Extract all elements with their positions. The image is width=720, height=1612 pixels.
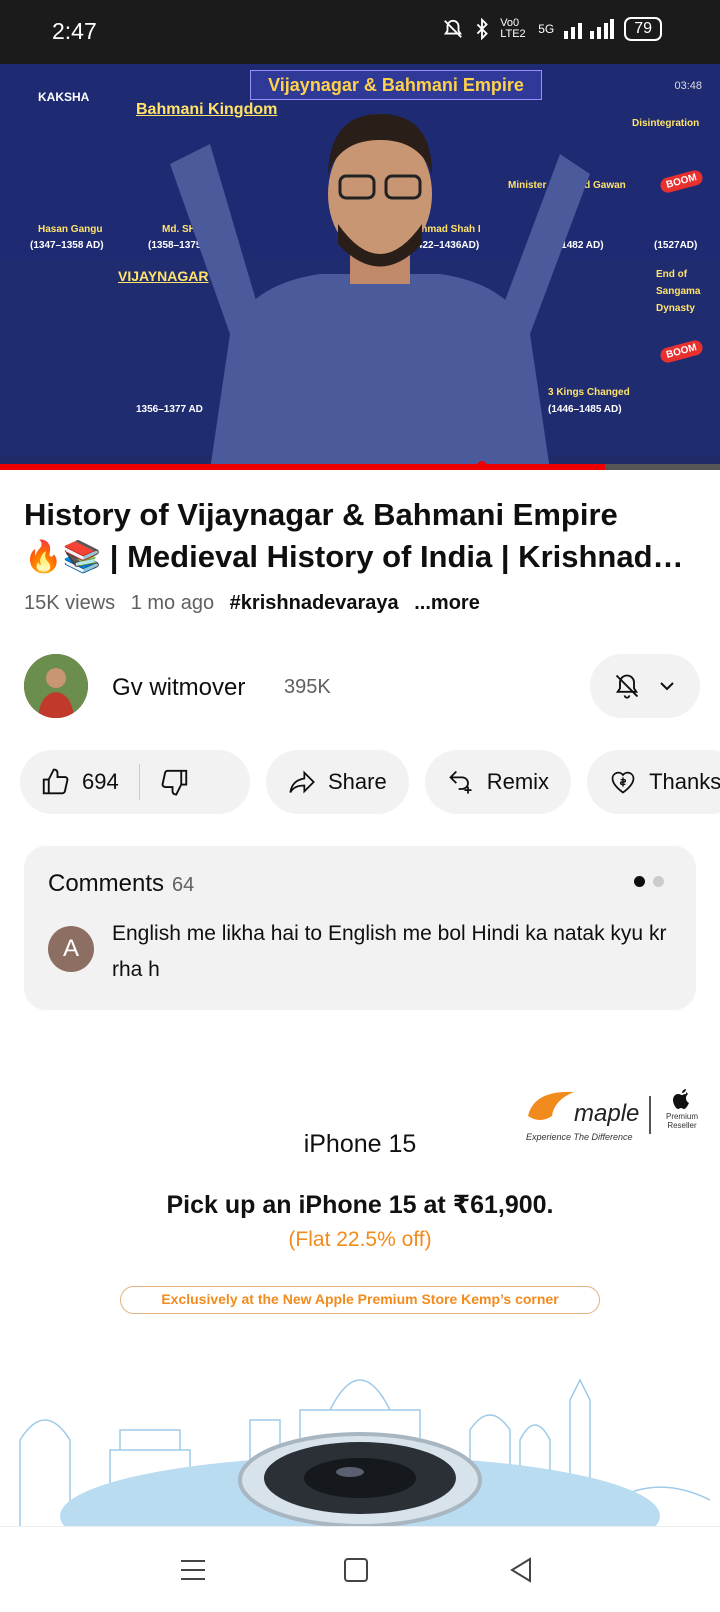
status-icons: Vo0 LTE2 5G 79	[442, 17, 662, 41]
heart-dollar-icon	[611, 771, 635, 794]
channel-name[interactable]: Gv witmover	[112, 674, 245, 702]
progress-scrubber[interactable]	[477, 461, 488, 470]
slide-label-hasan: Hasan Gangu	[38, 224, 103, 235]
like-dislike-group: 694	[20, 750, 250, 814]
like-count[interactable]: 694	[82, 769, 119, 795]
clock: 2:47	[52, 18, 97, 44]
slide-label-hasan-years: (1347–1358 AD)	[30, 240, 104, 251]
home-icon[interactable]	[341, 1555, 371, 1585]
top-comment-text: English me likha hai to English me bol H…	[112, 922, 667, 981]
video-progress-bar[interactable]	[0, 461, 720, 470]
view-count: 15K views	[24, 592, 116, 614]
slide-label-end: End of Sangama Dynasty	[656, 269, 701, 314]
maple-wordmark: maple	[574, 1100, 640, 1127]
signal-5g-label: 5G	[538, 22, 555, 36]
ad-banner[interactable]: maple Experience The Difference Premium …	[0, 1060, 720, 1526]
bluetooth-icon	[476, 18, 489, 40]
ad-headline: Pick up an iPhone 15 at ₹61,900.	[166, 1191, 554, 1219]
slide-label-disintegration: Disintegration	[632, 118, 700, 129]
upload-age: 1 mo ago	[130, 592, 215, 614]
recent-apps-icon[interactable]	[178, 1555, 208, 1585]
comments-header: Comments 64	[48, 870, 194, 898]
thumbs-down-icon[interactable]	[160, 767, 190, 797]
video-title-line-1: History of Vijaynagar & Bahmani Empire	[24, 497, 618, 532]
share-button[interactable]: Share	[266, 750, 409, 814]
battery-indicator: 79	[624, 17, 662, 41]
ad-product-name: iPhone 15	[303, 1130, 417, 1158]
video-title-line-2: 🔥📚 | Medieval History of India | Krishna…	[24, 539, 700, 574]
slide-timestamp: 03:48	[674, 80, 702, 92]
ad-skyline-image	[19, 1378, 711, 1526]
thanks-label: Thanks	[649, 769, 720, 794]
bell-off-icon	[615, 674, 639, 699]
back-icon[interactable]	[506, 1555, 536, 1585]
channel-avatar[interactable]	[24, 654, 88, 718]
remix-label: Remix	[486, 769, 550, 794]
divider	[649, 1096, 651, 1134]
apple-logo-icon	[673, 1089, 689, 1109]
remix-icon	[448, 770, 472, 794]
comments-count: 64	[172, 874, 195, 896]
divider	[138, 764, 140, 800]
share-label: Share	[328, 769, 387, 794]
thumbs-up-icon[interactable]	[40, 767, 70, 797]
thanks-button[interactable]: Thanks	[587, 750, 720, 814]
chevron-down-icon	[660, 682, 674, 691]
carousel-dots	[634, 876, 664, 887]
presenter-figure	[170, 114, 590, 470]
action-bar: 694 Share Remix Thanks	[20, 750, 720, 814]
video-meta[interactable]: 15K views 1 mo ago #krishnadevaraya ...m…	[24, 592, 490, 615]
slide-logo: KAKSHA	[38, 90, 90, 104]
ad-store-line: Exclusively at the New Apple Premium Sto…	[120, 1286, 600, 1314]
status-bar: 2:47 Vo0 LTE2 5G 79	[0, 0, 720, 64]
video-title[interactable]: History of Vijaynagar & Bahmani Empire 🔥…	[24, 494, 700, 578]
slide-label-disintegration-year: (1527AD)	[654, 240, 698, 251]
channel-row[interactable]: Gv witmover 395K	[24, 654, 700, 718]
carousel-dot	[653, 876, 664, 887]
notification-button[interactable]	[590, 654, 700, 718]
remix-button[interactable]: Remix	[424, 750, 572, 814]
more-link[interactable]: ...more	[414, 592, 480, 614]
progress-fill	[0, 464, 605, 470]
commenter-avatar: A	[48, 926, 94, 972]
comments-label: Comments	[48, 870, 165, 897]
mute-icon	[444, 19, 463, 38]
video-player[interactable]: Vijaynagar & Bahmani Empire 03:48 KAKSHA…	[0, 64, 720, 470]
ad-discount: (Flat 22.5% off)	[288, 1228, 432, 1251]
premium-reseller-label: Premium Reseller	[665, 1112, 698, 1130]
subscriber-count: 395K	[284, 676, 331, 698]
network-label: Vo0 LTE2	[500, 17, 526, 40]
hashtag-link[interactable]: #krishnadevaraya	[230, 592, 399, 614]
carousel-dot-active	[634, 876, 645, 887]
signal-icon	[564, 19, 615, 39]
system-nav-bar	[0, 1526, 720, 1612]
share-icon	[289, 770, 315, 794]
comments-panel[interactable]: Comments 64 A English me likha hai to Eng…	[24, 846, 696, 1010]
ad-product: iPhone 15	[0, 1130, 720, 1159]
premium-reseller-badge: Premium Reseller	[664, 1088, 700, 1130]
